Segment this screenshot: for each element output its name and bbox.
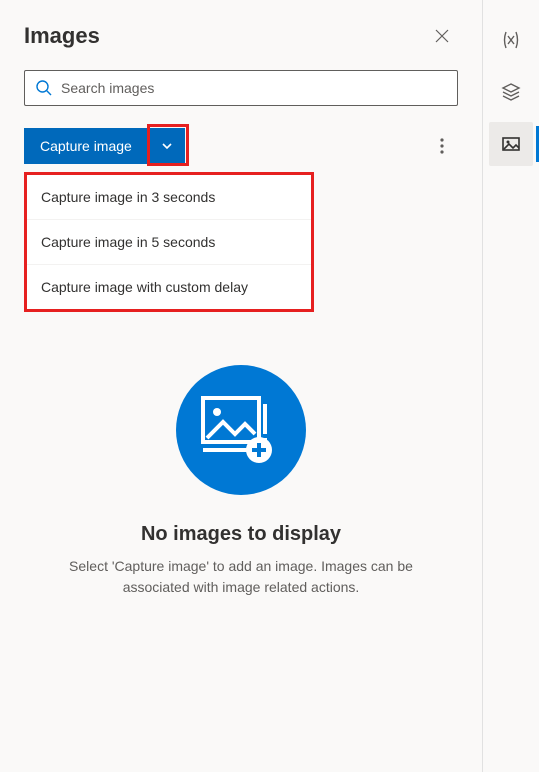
rail-variables-button[interactable] xyxy=(489,18,533,62)
variables-icon xyxy=(500,29,522,51)
page-title: Images xyxy=(24,23,100,49)
capture-dropdown-button[interactable] xyxy=(149,128,185,164)
panel-header: Images xyxy=(24,20,458,52)
capture-dropdown-menu: Capture image in 3 seconds Capture image… xyxy=(24,172,314,312)
rail-images-button[interactable] xyxy=(489,122,533,166)
layers-icon xyxy=(500,81,522,103)
images-icon xyxy=(500,133,522,155)
chevron-down-icon xyxy=(160,139,174,153)
search-icon xyxy=(35,79,53,97)
dropdown-item-3-seconds[interactable]: Capture image in 3 seconds xyxy=(27,175,311,220)
search-input[interactable] xyxy=(61,80,447,96)
empty-state-description: Select 'Capture image' to add an image. … xyxy=(54,556,428,598)
capture-split-button: Capture image xyxy=(24,128,185,164)
image-placeholder-icon xyxy=(201,396,281,464)
dropdown-item-5-seconds[interactable]: Capture image in 5 seconds xyxy=(27,220,311,265)
close-icon xyxy=(435,29,449,43)
toolbar: Capture image Capture image in 3 seconds… xyxy=(24,128,458,164)
more-options-button[interactable] xyxy=(426,130,458,162)
rail-layers-button[interactable] xyxy=(489,70,533,114)
right-rail xyxy=(483,0,539,772)
images-panel: Images Capture image Capture image in 3 … xyxy=(0,0,483,772)
empty-state-title: No images to display xyxy=(141,523,341,546)
empty-state-icon xyxy=(176,365,306,495)
search-box[interactable] xyxy=(24,70,458,106)
close-button[interactable] xyxy=(426,20,458,52)
capture-image-button[interactable]: Capture image xyxy=(24,128,148,164)
dropdown-item-custom-delay[interactable]: Capture image with custom delay xyxy=(27,265,311,309)
more-vertical-icon xyxy=(440,138,444,154)
